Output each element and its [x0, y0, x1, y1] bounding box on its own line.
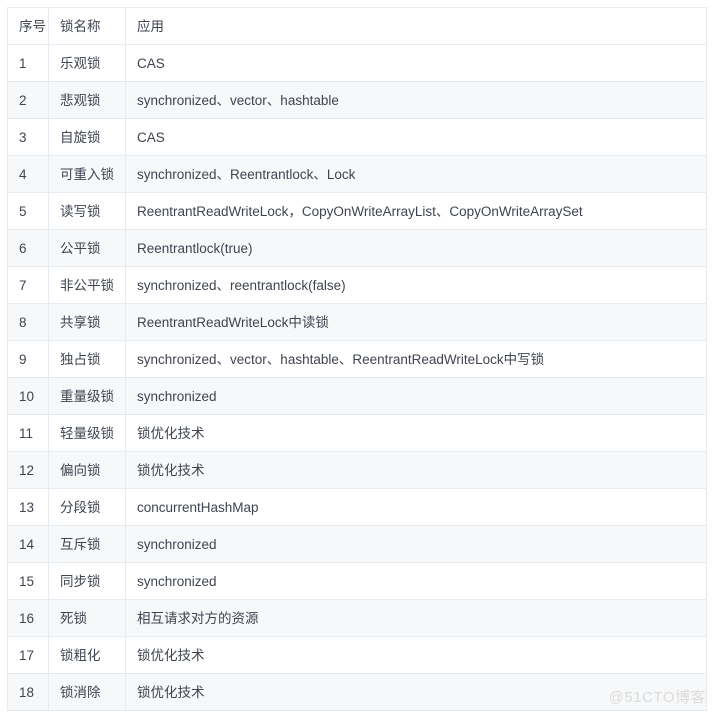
table-row: 14 互斥锁 synchronized — [7, 525, 707, 563]
cell-application: CAS — [125, 44, 707, 82]
cell-lock-name: 独占锁 — [48, 340, 126, 378]
table-row: 2 悲观锁 synchronized、vector、hashtable — [7, 81, 707, 119]
cell-lock-name: 锁粗化 — [48, 636, 126, 674]
table-header-row: 序号 锁名称 应用 — [7, 7, 707, 45]
cell-application: ReentrantReadWriteLock中读锁 — [125, 303, 707, 341]
cell-application: synchronized — [125, 525, 707, 563]
cell-application: synchronized、reentrantlock(false) — [125, 266, 707, 304]
cell-application: synchronized、vector、hashtable、ReentrantR… — [125, 340, 707, 378]
cell-index: 5 — [7, 192, 49, 230]
table-row: 13 分段锁 concurrentHashMap — [7, 488, 707, 526]
cell-application: synchronized、Reentrantlock、Lock — [125, 155, 707, 193]
table-row: 4 可重入锁 synchronized、Reentrantlock、Lock — [7, 155, 707, 193]
table-row: 8 共享锁 ReentrantReadWriteLock中读锁 — [7, 303, 707, 341]
cell-index: 16 — [7, 599, 49, 637]
table-row: 9 独占锁 synchronized、vector、hashtable、Reentr… — [7, 340, 707, 378]
cell-application: 相互请求对方的资源 — [125, 599, 707, 637]
page-root: 序号 锁名称 应用 1 乐观锁 CAS 2 悲观锁 synchronized、vector… — [0, 0, 716, 715]
table-row: 3 自旋锁 CAS — [7, 118, 707, 156]
cell-index: 6 — [7, 229, 49, 267]
table-row: 17 锁粗化 锁优化技术 — [7, 636, 707, 674]
table-row: 18 锁消除 锁优化技术 — [7, 673, 707, 711]
column-header-application: 应用 — [125, 7, 707, 45]
column-header-lock-name: 锁名称 — [48, 7, 126, 45]
cell-application: CAS — [125, 118, 707, 156]
table-header: 序号 锁名称 应用 — [7, 7, 707, 45]
cell-lock-name: 偏向锁 — [48, 451, 126, 489]
lock-table-container: 序号 锁名称 应用 1 乐观锁 CAS 2 悲观锁 synchronized、vector… — [7, 7, 707, 711]
cell-lock-name: 同步锁 — [48, 562, 126, 600]
cell-index: 3 — [7, 118, 49, 156]
cell-index: 18 — [7, 673, 49, 711]
cell-index: 8 — [7, 303, 49, 341]
cell-lock-name: 分段锁 — [48, 488, 126, 526]
table-row: 12 偏向锁 锁优化技术 — [7, 451, 707, 489]
table-row: 5 读写锁 ReentrantReadWriteLock，CopyOnWriteAr… — [7, 192, 707, 230]
table-row: 11 轻量级锁 锁优化技术 — [7, 414, 707, 452]
cell-application: ReentrantReadWriteLock，CopyOnWriteArrayL… — [125, 192, 707, 230]
table-row: 6 公平锁 Reentrantlock(true) — [7, 229, 707, 267]
cell-lock-name: 重量级锁 — [48, 377, 126, 415]
cell-application: 锁优化技术 — [125, 451, 707, 489]
cell-index: 1 — [7, 44, 49, 82]
cell-application: 锁优化技术 — [125, 636, 707, 674]
cell-lock-name: 自旋锁 — [48, 118, 126, 156]
table-row: 16 死锁 相互请求对方的资源 — [7, 599, 707, 637]
cell-index: 2 — [7, 81, 49, 119]
cell-index: 7 — [7, 266, 49, 304]
cell-index: 10 — [7, 377, 49, 415]
cell-lock-name: 公平锁 — [48, 229, 126, 267]
table-row: 7 非公平锁 synchronized、reentrantlock(false) — [7, 266, 707, 304]
cell-index: 11 — [7, 414, 49, 452]
cell-index: 9 — [7, 340, 49, 378]
cell-lock-name: 共享锁 — [48, 303, 126, 341]
cell-index: 4 — [7, 155, 49, 193]
table-row: 15 同步锁 synchronized — [7, 562, 707, 600]
cell-application: 锁优化技术 — [125, 673, 707, 711]
table-row: 1 乐观锁 CAS — [7, 44, 707, 82]
cell-application: synchronized — [125, 562, 707, 600]
cell-lock-name: 轻量级锁 — [48, 414, 126, 452]
lock-types-table: 序号 锁名称 应用 1 乐观锁 CAS 2 悲观锁 synchronized、vector… — [7, 7, 707, 711]
cell-application: Reentrantlock(true) — [125, 229, 707, 267]
cell-lock-name: 死锁 — [48, 599, 126, 637]
cell-index: 12 — [7, 451, 49, 489]
cell-index: 15 — [7, 562, 49, 600]
cell-application: concurrentHashMap — [125, 488, 707, 526]
cell-lock-name: 互斥锁 — [48, 525, 126, 563]
cell-application: 锁优化技术 — [125, 414, 707, 452]
cell-lock-name: 悲观锁 — [48, 81, 126, 119]
column-header-index: 序号 — [7, 7, 49, 45]
table-body: 1 乐观锁 CAS 2 悲观锁 synchronized、vector、hashtable… — [7, 44, 707, 711]
table-row: 10 重量级锁 synchronized — [7, 377, 707, 415]
cell-application: synchronized — [125, 377, 707, 415]
cell-index: 17 — [7, 636, 49, 674]
cell-index: 13 — [7, 488, 49, 526]
cell-lock-name: 乐观锁 — [48, 44, 126, 82]
cell-application: synchronized、vector、hashtable — [125, 81, 707, 119]
cell-index: 14 — [7, 525, 49, 563]
cell-lock-name: 锁消除 — [48, 673, 126, 711]
cell-lock-name: 可重入锁 — [48, 155, 126, 193]
cell-lock-name: 非公平锁 — [48, 266, 126, 304]
cell-lock-name: 读写锁 — [48, 192, 126, 230]
